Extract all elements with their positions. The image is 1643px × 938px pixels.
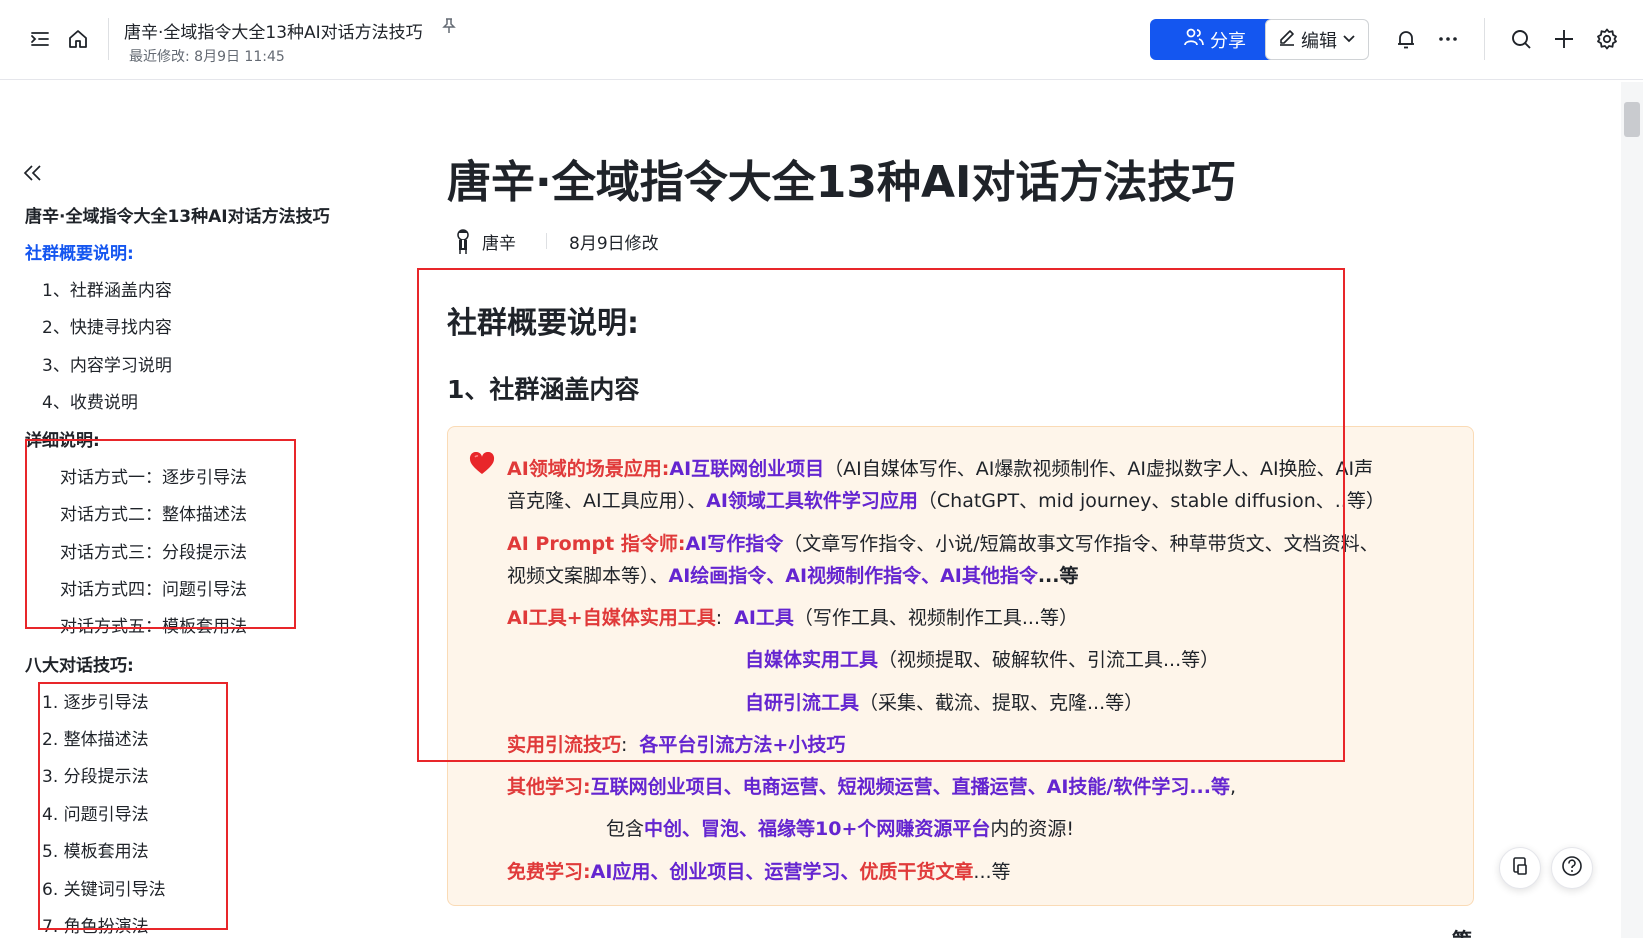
last-modified: 最近修改: 8月9日 11:45 xyxy=(129,49,285,65)
highlight-red: 优质干货文章 xyxy=(859,861,974,883)
help-button[interactable] xyxy=(1551,847,1593,889)
pencil-icon xyxy=(1278,28,1296,51)
toc-item[interactable]: 1、社群涵盖内容 xyxy=(42,276,172,301)
plus-icon[interactable] xyxy=(1552,27,1576,51)
gear-icon[interactable] xyxy=(1595,27,1619,51)
doc-title[interactable]: 唐辛·全域指令大全13种AI对话方法技巧 xyxy=(124,18,423,43)
doc-title-group: 唐辛·全域指令大全13种AI对话方法技巧 xyxy=(124,18,456,43)
header-divider-right xyxy=(1484,18,1485,60)
highlight: 互联网创业项目、电商运营、短视频运营、直播运营、AI技能/软件学习...等 xyxy=(590,776,1230,798)
toc-item[interactable]: 4、收费说明 xyxy=(42,388,138,413)
partial-text: 策 xyxy=(1452,924,1472,938)
toc-item[interactable]: 2、快捷寻找内容 xyxy=(42,313,172,338)
highlight: AI应用、创业项目、运营学习、 xyxy=(590,861,860,883)
author-name[interactable]: 唐辛 xyxy=(482,229,516,254)
annotation-box-sidebar-details xyxy=(25,439,296,629)
page-title: 唐辛·全域指令大全13种AI对话方法技巧 xyxy=(447,157,1236,208)
avatar[interactable] xyxy=(452,228,474,254)
scrollbar-track[interactable] xyxy=(1621,82,1643,938)
edit-label: 编辑 xyxy=(1301,30,1337,52)
doc-tools-button[interactable] xyxy=(1499,847,1541,889)
chevron-down-icon xyxy=(1342,29,1356,50)
annotation-box-sidebar-techniques xyxy=(38,682,228,930)
label-free: 免费学习: xyxy=(507,861,591,883)
toc-doc-title[interactable]: 唐辛·全域指令大全13种AI对话方法技巧 xyxy=(25,202,330,227)
share-label: 分享 xyxy=(1210,30,1246,52)
highlight: 中创、冒泡、福缘等10+个网赚资源平台 xyxy=(644,818,991,840)
header-divider xyxy=(108,18,109,60)
toc-section-techniques[interactable]: 八大对话技巧: xyxy=(25,651,134,676)
annotation-box-main xyxy=(417,268,1345,762)
text: 包含 xyxy=(606,818,645,840)
pin-icon[interactable] xyxy=(441,18,456,38)
toc-item[interactable]: 3、内容学习说明 xyxy=(42,351,172,376)
meta-divider xyxy=(546,233,547,249)
outline-toggle-icon[interactable] xyxy=(28,27,52,51)
text: , xyxy=(1229,776,1237,798)
share-button[interactable]: 分享 xyxy=(1150,19,1280,60)
copy-doc-icon xyxy=(1510,856,1530,880)
callout-line: 包含中创、冒泡、福缘等10+个网赚资源平台内的资源! xyxy=(606,814,1074,841)
help-icon xyxy=(1561,855,1583,881)
callout-line: 其他学习:互联网创业项目、电商运营、短视频运营、直播运营、AI技能/软件学习..… xyxy=(507,772,1236,799)
more-icon[interactable] xyxy=(1436,27,1460,51)
text: 内的资源! xyxy=(990,818,1075,840)
label-other: 其他学习: xyxy=(507,776,591,798)
edit-button[interactable]: 编辑 xyxy=(1265,19,1369,60)
modified-date: 8月9日修改 xyxy=(569,233,659,254)
home-icon[interactable] xyxy=(66,27,90,51)
toc-section-overview[interactable]: 社群概要说明: xyxy=(25,239,134,264)
top-bar: 唐辛·全域指令大全13种AI对话方法技巧 最近修改: 8月9日 11:45 分享… xyxy=(0,0,1643,80)
scrollbar-thumb[interactable] xyxy=(1624,102,1640,137)
callout-line: 免费学习:AI应用、创业项目、运营学习、优质干货文章...等 xyxy=(507,857,1011,884)
bell-icon[interactable] xyxy=(1394,27,1418,51)
users-icon xyxy=(1184,28,1204,51)
author-row: 唐辛 8月9日修改 xyxy=(452,228,659,254)
text: ...等 xyxy=(973,861,1011,883)
collapse-sidebar-icon[interactable] xyxy=(22,162,46,186)
search-icon[interactable] xyxy=(1509,27,1533,51)
